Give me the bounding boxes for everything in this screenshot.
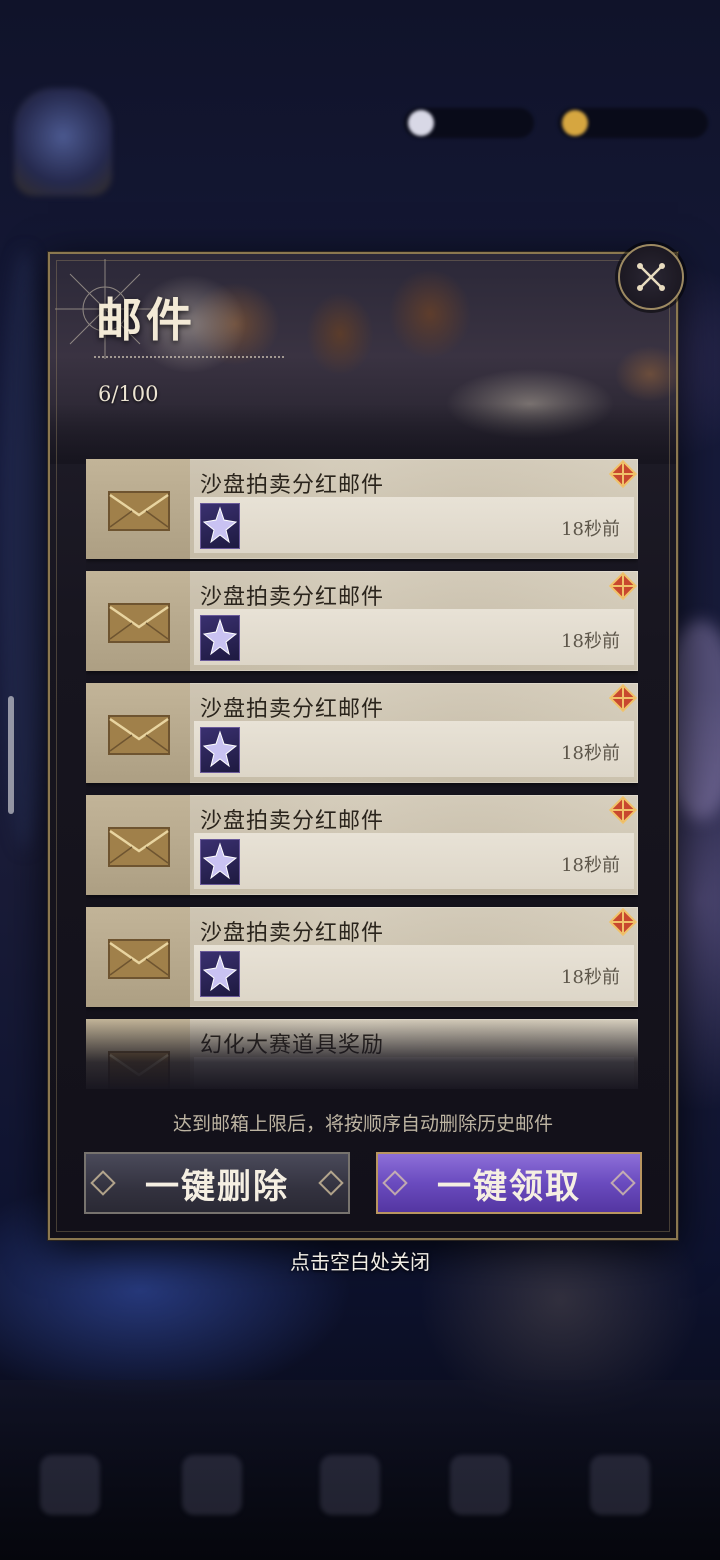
bottom-nav-icon[interactable] <box>320 1455 380 1515</box>
gift-badge-icon <box>608 683 638 713</box>
envelope-icon <box>108 827 170 867</box>
claim-all-button[interactable]: 一键领取 <box>376 1152 642 1214</box>
star-crystal-icon[interactable] <box>200 839 240 885</box>
star-crystal-icon[interactable] <box>200 503 240 549</box>
mail-item[interactable]: 沙盘拍卖分红邮件 18秒前 <box>86 459 638 559</box>
mail-title: 沙盘拍卖分红邮件 <box>200 473 385 498</box>
star-crystal-icon[interactable] <box>200 615 240 661</box>
player-avatar <box>14 88 112 196</box>
panel-title: 邮件 <box>96 293 196 347</box>
mail-count: 6/100 <box>98 382 159 406</box>
coin-icon <box>562 110 588 136</box>
mail-title: 沙盘拍卖分红邮件 <box>200 697 385 722</box>
mail-time: 18秒前 <box>561 967 620 988</box>
mail-item[interactable]: 沙盘拍卖分红邮件 18秒前 <box>86 795 638 895</box>
mail-item[interactable]: 幻化大赛道具奖励 <box>86 1019 638 1089</box>
side-drawer-handle[interactable] <box>8 696 14 814</box>
mail-title: 沙盘拍卖分红邮件 <box>200 921 385 946</box>
mailbox-limit-notice: 达到邮箱上限后，将按顺序自动删除历史邮件 <box>172 1113 553 1135</box>
bottom-nav-icon[interactable] <box>450 1455 510 1515</box>
mail-item[interactable]: 沙盘拍卖分红邮件 18秒前 <box>86 907 638 1007</box>
title-divider <box>94 356 284 358</box>
delete-all-label: 一键删除 <box>145 1166 289 1207</box>
close-button[interactable] <box>618 244 684 310</box>
mail-panel: 邮件 6/100 沙盘拍卖分红邮件 18秒前 沙盘拍卖分红邮件 18秒前 沙盘拍… <box>48 252 678 1240</box>
delete-all-button[interactable]: 一键删除 <box>84 1152 350 1214</box>
envelope-icon <box>108 1051 170 1089</box>
bottom-nav-icon[interactable] <box>182 1455 242 1515</box>
mail-title: 沙盘拍卖分红邮件 <box>200 809 385 834</box>
mail-time: 18秒前 <box>561 631 620 652</box>
claim-all-label: 一键领取 <box>437 1166 581 1207</box>
mail-item[interactable]: 沙盘拍卖分红邮件 18秒前 <box>86 571 638 671</box>
mail-time: 18秒前 <box>561 743 620 764</box>
gift-badge-icon <box>608 795 638 825</box>
star-crystal-icon[interactable] <box>200 727 240 773</box>
star-crystal-icon[interactable] <box>200 951 240 997</box>
mail-title: 幻化大赛道具奖励 <box>200 1033 385 1058</box>
mail-list[interactable]: 沙盘拍卖分红邮件 18秒前 沙盘拍卖分红邮件 18秒前 沙盘拍卖分红邮件 18秒… <box>86 459 638 1089</box>
tap-to-close-hint: 点击空白处关闭 <box>290 1250 430 1274</box>
envelope-icon <box>108 715 170 755</box>
envelope-icon <box>108 939 170 979</box>
mail-item[interactable]: 沙盘拍卖分红邮件 18秒前 <box>86 683 638 783</box>
gem-icon <box>408 110 434 136</box>
bottom-nav-icon[interactable] <box>40 1455 100 1515</box>
mail-title: 沙盘拍卖分红邮件 <box>200 585 385 610</box>
gift-badge-icon <box>608 459 638 489</box>
bottom-nav-icon[interactable] <box>590 1455 650 1515</box>
mail-time: 18秒前 <box>561 519 620 540</box>
close-x-icon <box>637 263 665 291</box>
envelope-icon <box>108 603 170 643</box>
gift-badge-icon <box>608 907 638 937</box>
gift-badge-icon <box>608 571 638 601</box>
envelope-icon <box>108 491 170 531</box>
mail-time: 18秒前 <box>561 855 620 876</box>
